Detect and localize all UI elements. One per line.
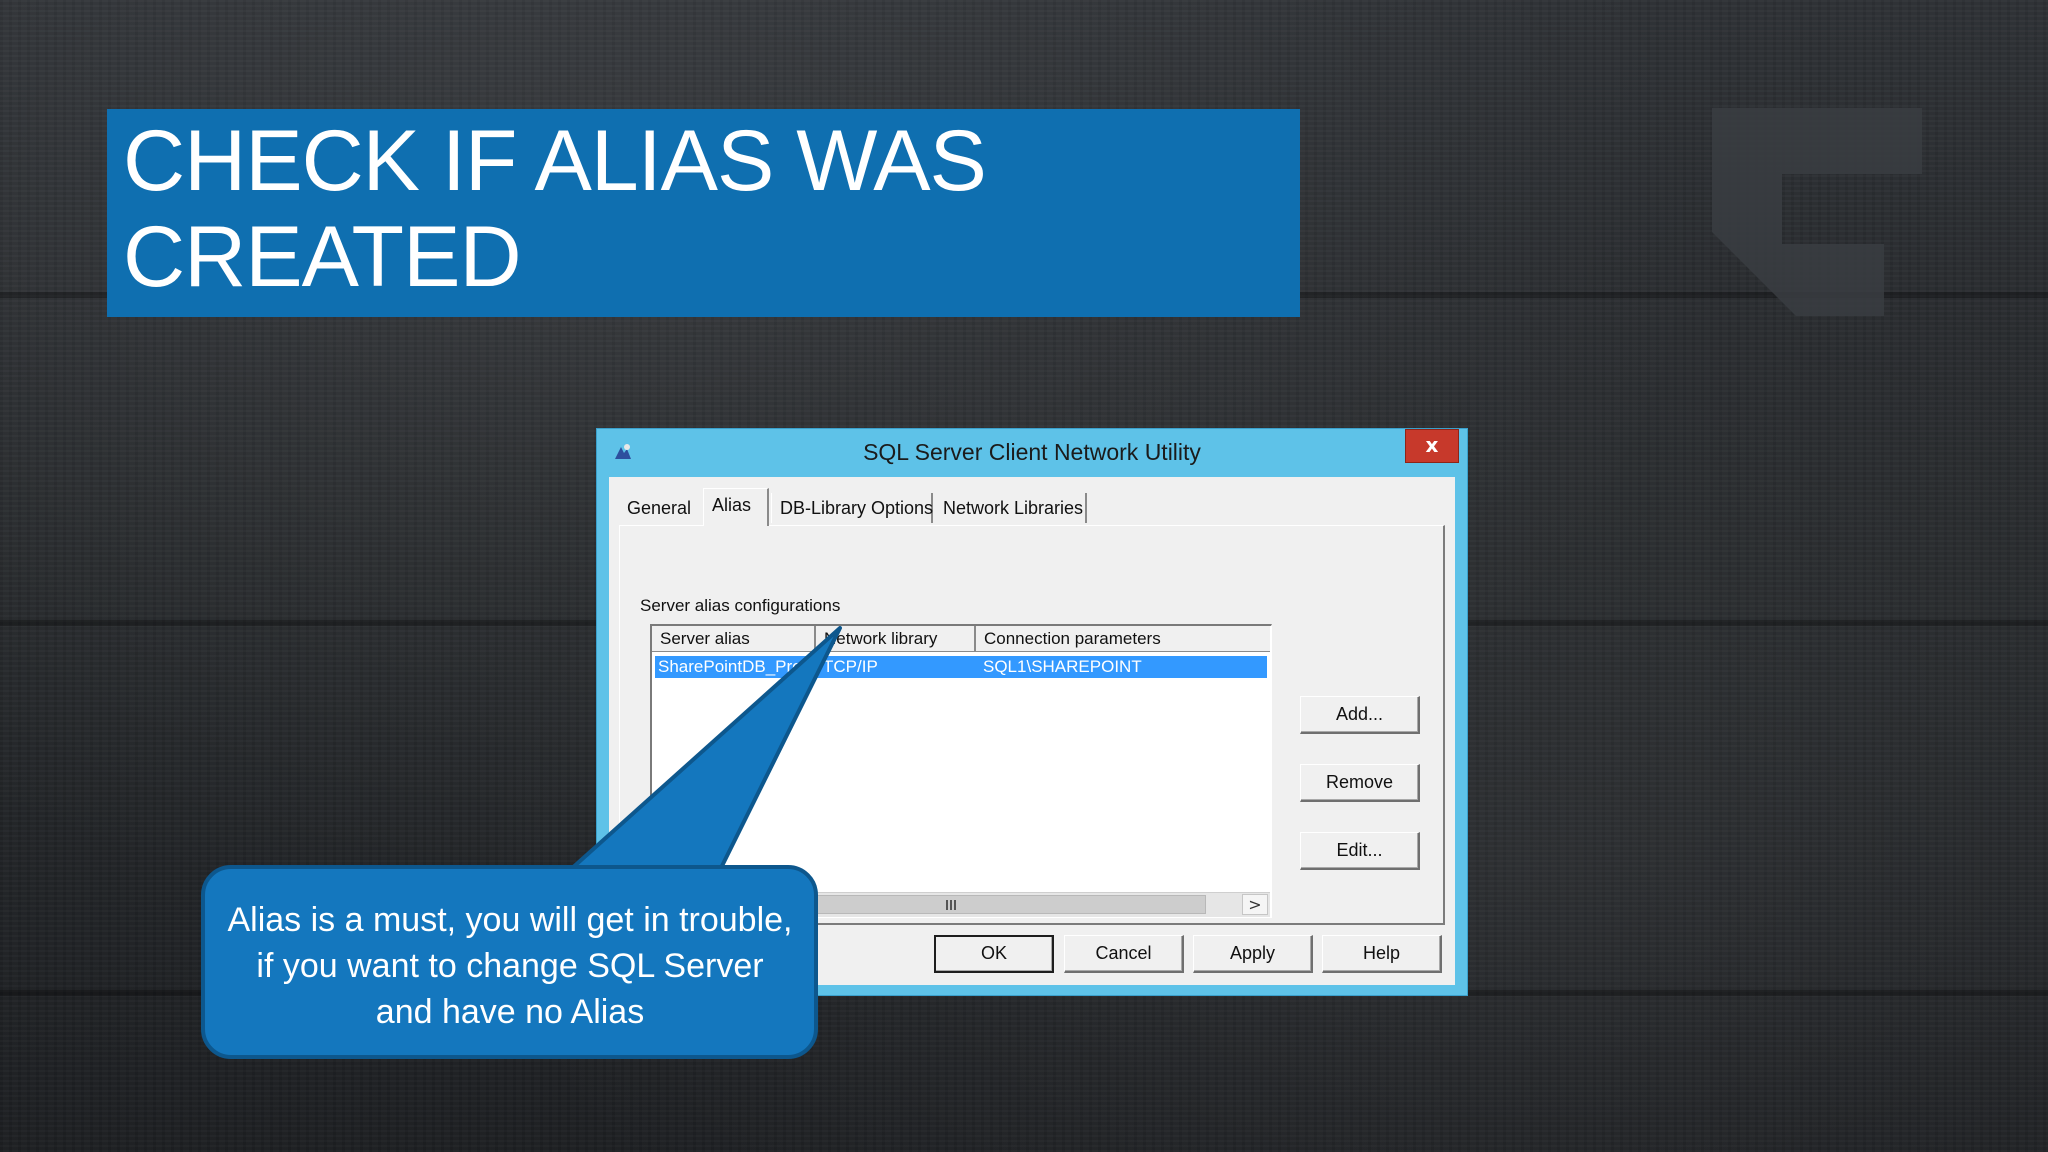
tab-network-libraries[interactable]: Network Libraries — [935, 493, 1087, 523]
callout-text: Alias is a must, you will get in trouble… — [227, 901, 793, 1031]
callout-pointer — [568, 626, 842, 872]
tab-db-library-options[interactable]: DB-Library Options — [771, 493, 933, 523]
row-connection-parameters: SQL1\SHAREPOINT — [983, 657, 1142, 676]
cancel-button[interactable]: Cancel — [1064, 935, 1184, 973]
slide-title: CHECK IF ALIAS WAS CREATED — [123, 113, 987, 305]
apply-button[interactable]: Apply — [1193, 935, 1313, 973]
corner-logo-icon — [1712, 108, 1922, 316]
close-button[interactable]: x — [1405, 429, 1459, 463]
scroll-right-button[interactable]: > — [1242, 894, 1268, 915]
callout-box: Alias is a must, you will get in trouble… — [201, 865, 818, 1059]
add-button[interactable]: Add... — [1300, 696, 1420, 734]
tab-general[interactable]: General — [619, 493, 703, 523]
dialog-title: SQL Server Client Network Utility — [863, 439, 1201, 465]
edit-button[interactable]: Edit... — [1300, 832, 1420, 870]
title-banner: CHECK IF ALIAS WAS CREATED — [107, 109, 1300, 317]
tab-alias[interactable]: Alias — [703, 488, 769, 526]
ok-button[interactable]: OK — [934, 935, 1054, 973]
help-button[interactable]: Help — [1322, 935, 1442, 973]
dialog-titlebar[interactable]: SQL Server Client Network Utility x — [597, 429, 1467, 477]
grip-icon — [946, 900, 956, 910]
server-alias-group-label: Server alias configurations — [640, 596, 841, 615]
column-header-connection-parameters[interactable]: Connection parameters — [976, 626, 1270, 652]
remove-button[interactable]: Remove — [1300, 764, 1420, 802]
